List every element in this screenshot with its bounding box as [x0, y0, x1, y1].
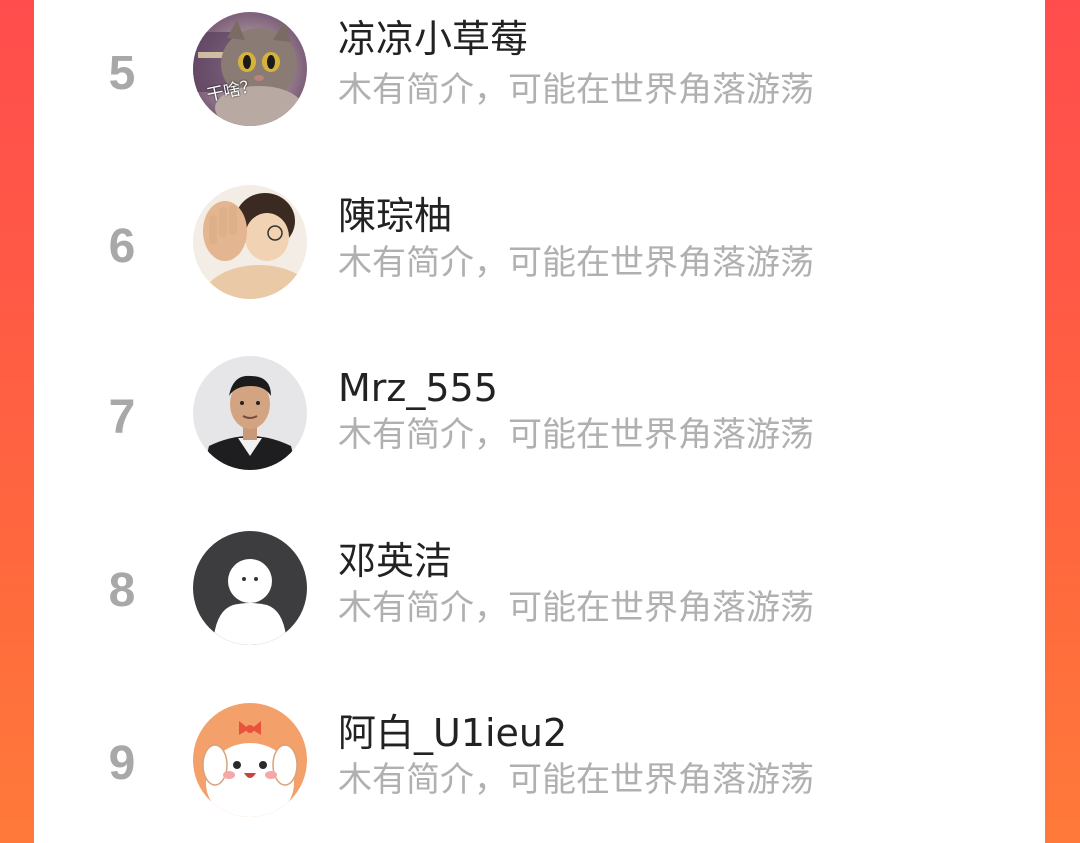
ranking-panel: 5 干啥？ 凉凉小草莓 木有简介，可能在世界角落游荡 6 陳琮柚 木有简介，可能… [34, 0, 1045, 843]
ranking-row[interactable]: 7 Mrz_555 木有简介，可能在世界角落游荡 [34, 345, 1045, 485]
user-bio: 木有简介，可能在世界角落游荡 [338, 415, 814, 455]
rank-number: 9 [108, 737, 136, 790]
ranking-row[interactable]: 9 阿白_U1ieu2 木有简介，可能在世界角落游荡 [34, 690, 1045, 830]
rank-number: 8 [108, 564, 136, 617]
user-bio: 木有简介，可能在世界角落游荡 [338, 588, 814, 628]
man-portrait-avatar-icon[interactable] [193, 356, 307, 470]
rank-number: 7 [108, 391, 136, 444]
cartoon-puppy-avatar-icon[interactable] [193, 703, 307, 817]
user-bio: 木有简介，可能在世界角落游荡 [338, 70, 814, 110]
ranking-row[interactable]: 8 邓英洁 木有简介，可能在世界角落游荡 [34, 518, 1045, 658]
ranking-row[interactable]: 5 干啥？ 凉凉小草莓 木有简介，可能在世界角落游荡 [34, 0, 1045, 140]
user-name[interactable]: 邓英洁 [338, 542, 452, 580]
user-name[interactable]: 陳琮柚 [338, 197, 452, 235]
user-name[interactable]: 阿白_U1ieu2 [338, 714, 567, 752]
rank-number: 5 [108, 47, 136, 100]
cat-photo-avatar-icon[interactable] [193, 12, 307, 126]
ranking-row[interactable]: 6 陳琮柚 木有简介，可能在世界角落游荡 [34, 172, 1045, 312]
user-bio: 木有简介，可能在世界角落游荡 [338, 760, 814, 800]
person-photo-avatar-icon[interactable] [193, 185, 307, 299]
user-name[interactable]: Mrz_555 [338, 369, 498, 407]
default-avatar-icon[interactable] [193, 531, 307, 645]
user-name[interactable]: 凉凉小草莓 [338, 20, 528, 58]
rank-number: 6 [108, 220, 136, 273]
user-bio: 木有简介，可能在世界角落游荡 [338, 243, 814, 283]
